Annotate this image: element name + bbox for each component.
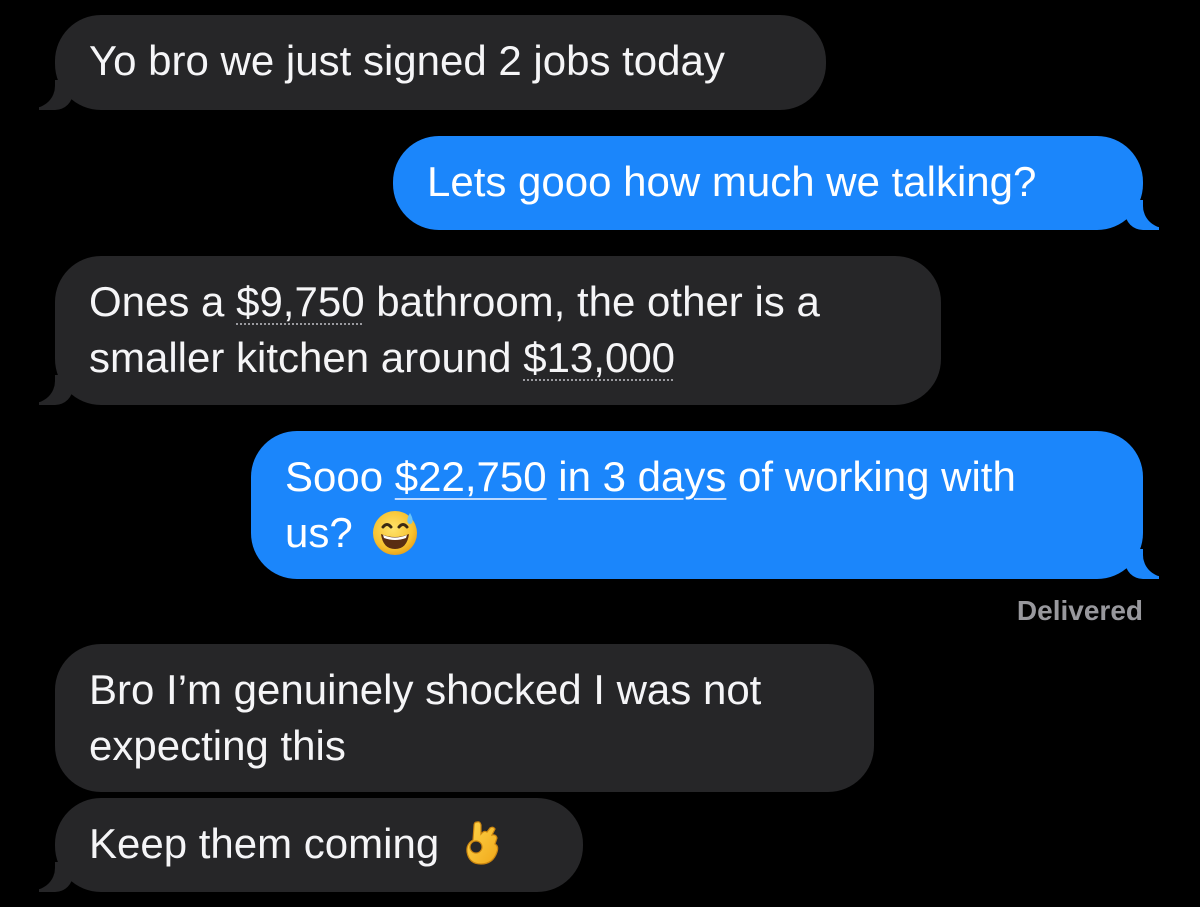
message-text: us?: [285, 509, 353, 556]
grinning-face-with-sweat-emoji: [373, 511, 418, 555]
bubble-tail: [39, 375, 73, 405]
message-line: Bro I’m genuinely shocked I was not: [89, 666, 762, 713]
outgoing-message-bubble[interactable]: Lets gooo how much we talking?: [393, 136, 1159, 230]
message-text: Keep them coming: [89, 820, 440, 867]
amount-link[interactable]: $22,750: [395, 453, 547, 500]
message-thread: Yo bro we just signed 2 jobs today Lets …: [0, 0, 1200, 907]
bubble-tail: [1125, 200, 1159, 230]
message-text: smaller kitchen around: [89, 334, 524, 381]
delivery-status: Delivered: [1016, 595, 1143, 626]
ok-hand-emoji: [466, 821, 499, 865]
message-line: smaller kitchen around $13,000: [89, 330, 907, 386]
amount-link[interactable]: $13,000: [523, 334, 675, 381]
message-line: us?: [285, 505, 1109, 561]
bubble-tail: [39, 862, 73, 892]
message-text: Lets gooo how much we talking?: [427, 158, 1037, 205]
bubble-tail: [1125, 549, 1159, 579]
message-line: expecting this: [89, 722, 346, 769]
incoming-message-bubble[interactable]: Ones a $9,750 bathroom, the other is a s…: [39, 256, 941, 405]
message-line: Sooo $22,750 in 3 days of working with: [285, 449, 1109, 505]
message-text: Yo bro we just signed 2 jobs today: [89, 37, 725, 84]
message-text: bathroom, the other is a: [364, 278, 820, 325]
incoming-message-bubble[interactable]: Bro I’m genuinely shocked I was not expe…: [55, 644, 874, 792]
amount-link[interactable]: $9,750: [236, 278, 364, 325]
incoming-message-bubble[interactable]: Keep them coming: [39, 798, 583, 892]
incoming-message-bubble[interactable]: Yo bro we just signed 2 jobs today: [39, 15, 826, 110]
date-link[interactable]: in 3 days: [558, 453, 726, 500]
message-text: Ones a: [89, 278, 237, 325]
message-text: Sooo: [285, 453, 395, 500]
outgoing-message-bubble[interactable]: Sooo $22,750 in 3 days of working with u…: [251, 431, 1159, 579]
message-text: of working with: [726, 453, 1016, 500]
bubble-tail: [39, 80, 73, 110]
message-line: Ones a $9,750 bathroom, the other is a: [89, 274, 907, 330]
